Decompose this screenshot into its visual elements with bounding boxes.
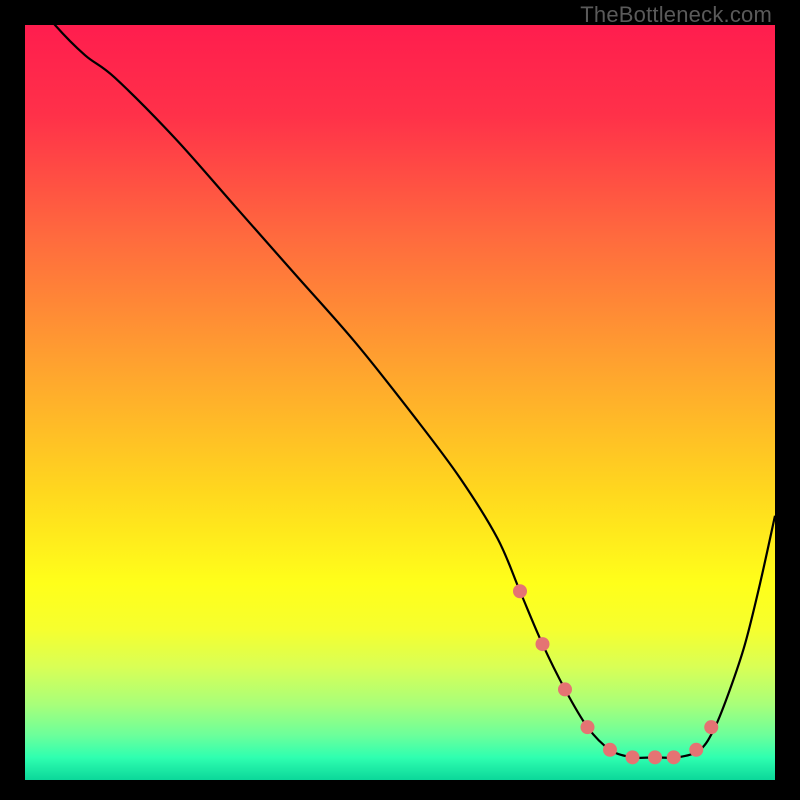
chart-gradient-background: [25, 25, 775, 780]
watermark-text: TheBottleneck.com: [580, 2, 772, 28]
chart-plot-area: [25, 25, 775, 780]
